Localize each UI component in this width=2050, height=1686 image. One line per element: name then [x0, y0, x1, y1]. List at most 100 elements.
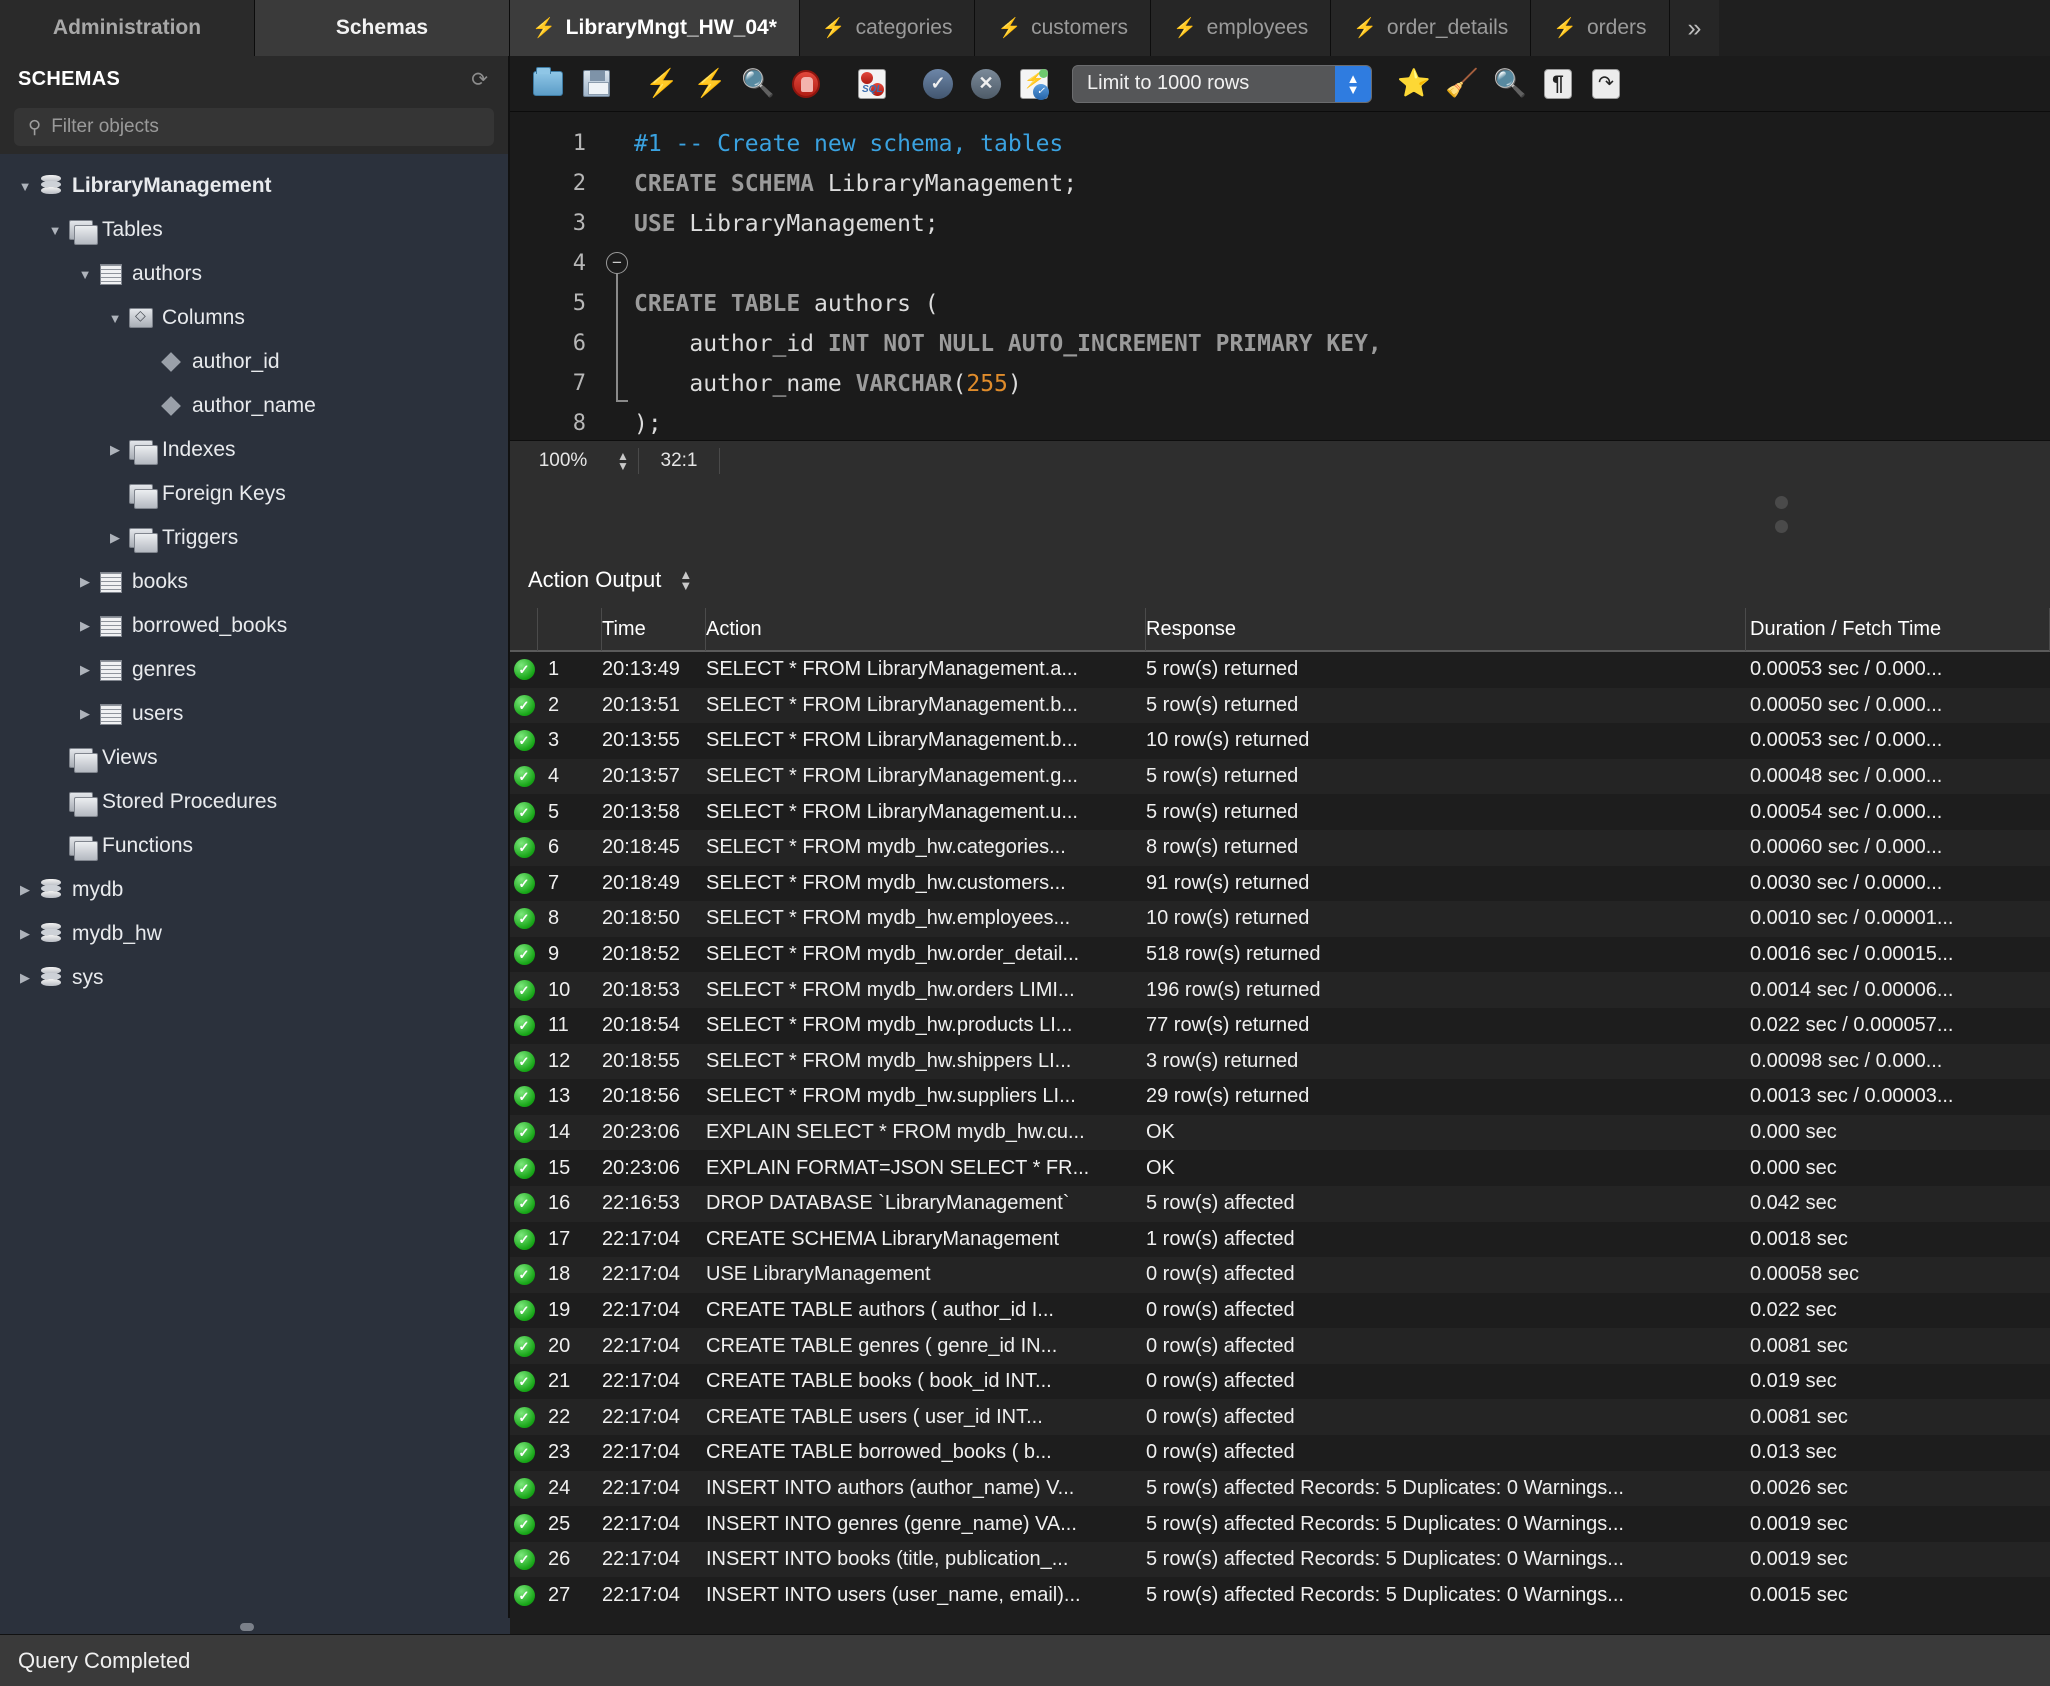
tree-item-author-name[interactable]: ▶ author_name: [0, 384, 508, 428]
tree-item-books[interactable]: ▶ books: [0, 560, 508, 604]
tree-twisty-none[interactable]: ▶: [44, 750, 66, 766]
tree-twisty-none[interactable]: ▶: [134, 354, 156, 370]
action-output-row[interactable]: ✓ 19 22:17:04 CREATE TABLE authors ( author…: [510, 1292, 2050, 1329]
splitter-grip-dot[interactable]: [1775, 520, 1788, 533]
tree-item-author-id[interactable]: ▶ author_id: [0, 340, 508, 384]
chevron-updown-icon[interactable]: ▲ ▼: [1335, 65, 1371, 102]
tree-twisty-closed[interactable]: ▶: [104, 442, 126, 458]
tree-twisty-none[interactable]: ▶: [44, 838, 66, 854]
tree-twisty-open[interactable]: ▼: [44, 223, 66, 238]
tree-twisty-none[interactable]: ▶: [44, 794, 66, 810]
action-output-row[interactable]: ✓ 8 20:18:50 SELECT * FROM mydb_hw.employee…: [510, 901, 2050, 937]
code-line[interactable]: author_name VARCHAR(255): [634, 364, 2050, 404]
tree-item-foreign-keys[interactable]: ▶ Foreign Keys: [0, 472, 508, 516]
sidebar-horizontal-scrollbar[interactable]: [0, 1618, 510, 1634]
column-header-time[interactable]: Time: [602, 608, 706, 651]
output-type-chevron-icon[interactable]: ▲ ▼: [679, 568, 692, 592]
tree-item-functions[interactable]: ▶ Functions: [0, 824, 508, 868]
tree-item-genres[interactable]: ▶ genres: [0, 648, 508, 692]
code-text-area[interactable]: #1 -- Create new schema, tables CREATE SC…: [634, 112, 2050, 440]
editor-tab-orders[interactable]: ⚡ orders: [1531, 0, 1670, 56]
tree-item-columns[interactable]: ▼ Columns: [0, 296, 508, 340]
beautify-query-button[interactable]: ⭐: [1390, 60, 1438, 108]
rollback-button[interactable]: ✕: [962, 60, 1010, 108]
toggle-autocommit-button[interactable]: ⚡ ✓: [1010, 60, 1058, 108]
editor-tab-order-details[interactable]: ⚡ order_details: [1331, 0, 1532, 56]
execute-statement-button[interactable]: ⚡: [638, 60, 686, 108]
column-header-response[interactable]: Response: [1146, 608, 1746, 651]
sql-code-editor[interactable]: 123456789 − #1 -- Create new schema, tab…: [510, 112, 2050, 440]
code-line[interactable]: USE LibraryManagement;: [634, 204, 2050, 244]
action-output-row[interactable]: ✓ 21 22:17:04 CREATE TABLE books ( book_id …: [510, 1363, 2050, 1400]
code-line[interactable]: );: [634, 404, 2050, 440]
tree-item-triggers[interactable]: ▶ Triggers: [0, 516, 508, 560]
tree-twisty-none[interactable]: ▶: [134, 398, 156, 414]
panel-splitter[interactable]: [510, 480, 2050, 552]
column-header-duration[interactable]: Duration / Fetch Time: [1746, 608, 2050, 651]
editor-tab-employees[interactable]: ⚡ employees: [1150, 0, 1332, 56]
action-output-row[interactable]: ✓ 6 20:18:45 SELECT * FROM mydb_hw.categori…: [510, 829, 2050, 866]
action-output-row[interactable]: ✓ 25 22:17:04 INSERT INTO genres (genre_nam…: [510, 1506, 2050, 1542]
action-output-row[interactable]: ✓ 27 22:17:04 INSERT INTO users (user_name,…: [510, 1577, 2050, 1614]
action-output-row[interactable]: ✓ 12 20:18:55 SELECT * FROM mydb_hw.shipper…: [510, 1043, 2050, 1080]
stop-execution-button[interactable]: [782, 60, 830, 108]
toggle-invisible-chars-button[interactable]: ¶: [1534, 60, 1582, 108]
action-output-row[interactable]: ✓ 17 22:17:04 CREATE SCHEMA LibraryManageme…: [510, 1221, 2050, 1258]
action-output-row[interactable]: ✓ 14 20:23:06 EXPLAIN SELECT * FROM mydb_hw…: [510, 1114, 2050, 1151]
code-line[interactable]: CREATE SCHEMA LibraryManagement;: [634, 164, 2050, 204]
action-output-row[interactable]: ✓ 15 20:23:06 EXPLAIN FORMAT=JSON SELECT * …: [510, 1150, 2050, 1186]
action-output-body[interactable]: ✓ 1 20:13:49 SELECT * FROM LibraryManagemen…: [510, 652, 2050, 1614]
filter-objects-input[interactable]: ⚲ Filter objects: [14, 108, 494, 146]
action-output-row[interactable]: ✓ 9 20:18:52 SELECT * FROM mydb_hw.order_de…: [510, 936, 2050, 973]
code-line[interactable]: CREATE TABLE authors (: [634, 284, 2050, 324]
action-output-row[interactable]: ✓ 26 22:17:04 INSERT INTO books (title, pub…: [510, 1541, 2050, 1578]
action-output-row[interactable]: ✓ 2 20:13:51 SELECT * FROM LibraryManagemen…: [510, 687, 2050, 724]
action-output-row[interactable]: ✓ 16 22:16:53 DROP DATABASE `LibraryManagem…: [510, 1185, 2050, 1222]
refresh-icon[interactable]: ⟳: [471, 67, 488, 92]
tree-twisty-open[interactable]: ▼: [104, 311, 126, 326]
tree-twisty-closed[interactable]: ▶: [104, 530, 126, 546]
code-line[interactable]: #1 -- Create new schema, tables: [634, 124, 2050, 164]
tree-item-tables[interactable]: ▼ Tables: [0, 208, 508, 252]
fold-collapse-icon[interactable]: −: [606, 252, 628, 274]
tree-item-users[interactable]: ▶ users: [0, 692, 508, 736]
toggle-wrapping-button[interactable]: ↷: [1582, 60, 1630, 108]
tree-twisty-closed[interactable]: ▶: [14, 926, 36, 942]
column-header-action[interactable]: Action: [706, 608, 1146, 651]
save-script-button[interactable]: [572, 60, 620, 108]
find-button[interactable]: 🔍: [1486, 60, 1534, 108]
tree-twisty-closed[interactable]: ▶: [14, 882, 36, 898]
action-output-row[interactable]: ✓ 18 22:17:04 USE LibraryManagement 0 row(s)…: [510, 1257, 2050, 1293]
action-output-row[interactable]: ✓ 7 20:18:49 SELECT * FROM mydb_hw.customer…: [510, 865, 2050, 902]
editor-tab-customers[interactable]: ⚡ customers: [975, 0, 1151, 56]
clean-query-button[interactable]: 🧹: [1438, 60, 1486, 108]
tree-twisty-closed[interactable]: ▶: [14, 970, 36, 986]
commit-button[interactable]: ✓: [914, 60, 962, 108]
tree-item-authors[interactable]: ▼ authors: [0, 252, 508, 296]
row-limit-select[interactable]: Limit to 1000 rows ▲ ▼: [1072, 64, 1372, 103]
tab-overflow-button[interactable]: »: [1669, 0, 1720, 56]
action-output-row[interactable]: ✓ 23 22:17:04 CREATE TABLE borrowed_books (…: [510, 1435, 2050, 1471]
action-output-grid[interactable]: Time Action Response Duration / Fetch Ti…: [510, 608, 2050, 1634]
editor-tab-librarymngt[interactable]: ⚡ LibraryMngt_HW_04*: [510, 0, 800, 56]
tree-item-views[interactable]: ▶ Views: [0, 736, 508, 780]
tree-twisty-closed[interactable]: ▶: [74, 706, 96, 722]
tree-twisty-open[interactable]: ▼: [14, 179, 36, 194]
tree-item-stored-procedures[interactable]: ▶ Stored Procedures: [0, 780, 508, 824]
tree-twisty-closed[interactable]: ▶: [74, 574, 96, 590]
explain-query-button[interactable]: 🔍: [734, 60, 782, 108]
zoom-stepper[interactable]: ▲ ▼: [608, 450, 638, 472]
action-output-row[interactable]: ✓ 3 20:13:55 SELECT * FROM LibraryManagemen…: [510, 723, 2050, 759]
action-output-row[interactable]: ✓ 4 20:13:57 SELECT * FROM LibraryManagemen…: [510, 758, 2050, 795]
tree-item-sys[interactable]: ▶ sys: [0, 956, 508, 1000]
code-line[interactable]: [634, 244, 2050, 284]
tab-schemas[interactable]: Schemas: [255, 0, 510, 56]
tree-item-mydb-hw[interactable]: ▶ mydb_hw: [0, 912, 508, 956]
tree-twisty-closed[interactable]: ▶: [74, 618, 96, 634]
tree-item-indexes[interactable]: ▶ Indexes: [0, 428, 508, 472]
action-output-row[interactable]: ✓ 24 22:17:04 INSERT INTO authors (author_n…: [510, 1470, 2050, 1507]
action-output-row[interactable]: ✓ 10 20:18:53 SELECT * FROM mydb_hw.orders …: [510, 972, 2050, 1008]
action-output-row[interactable]: ✓ 20 22:17:04 CREATE TABLE genres ( genre_i…: [510, 1328, 2050, 1364]
code-folding-column[interactable]: −: [600, 112, 634, 440]
action-output-row[interactable]: ✓ 5 20:13:58 SELECT * FROM LibraryManagemen…: [510, 794, 2050, 830]
